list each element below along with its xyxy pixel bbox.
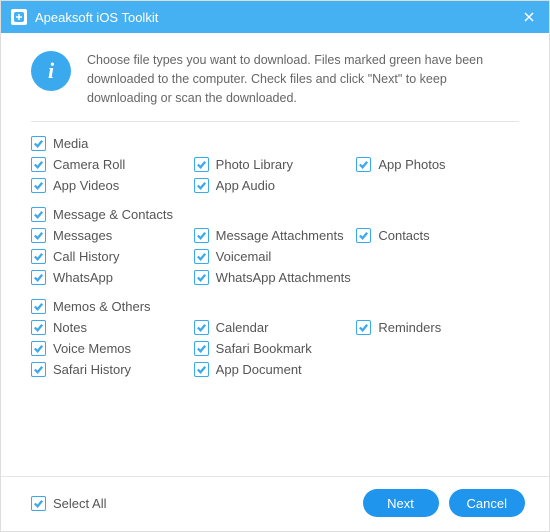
checkmark-icon <box>356 228 371 243</box>
intro-block: i Choose file types you want to download… <box>31 51 519 122</box>
checkbox-whatsapp[interactable]: WhatsApp <box>31 270 194 285</box>
checkmark-icon <box>356 157 371 172</box>
window-title: Apeaksoft iOS Toolkit <box>35 10 519 25</box>
checkbox-app-audio[interactable]: App Audio <box>194 178 357 193</box>
checkbox-call-history[interactable]: Call History <box>31 249 194 264</box>
checkmark-icon <box>194 249 209 264</box>
label: Voice Memos <box>53 341 131 356</box>
titlebar: Apeaksoft iOS Toolkit <box>1 1 549 33</box>
info-icon: i <box>31 51 71 91</box>
label: Message & Contacts <box>53 207 173 222</box>
close-icon[interactable] <box>519 7 539 27</box>
label: Message Attachments <box>216 228 344 243</box>
checkbox-app-photos[interactable]: App Photos <box>356 157 519 172</box>
app-window: Apeaksoft iOS Toolkit i Choose file type… <box>0 0 550 532</box>
checkbox-contacts[interactable]: Contacts <box>356 228 519 243</box>
checkmark-icon <box>31 496 46 511</box>
checkbox-select-all[interactable]: Select All <box>31 496 106 511</box>
checkbox-notes[interactable]: Notes <box>31 320 194 335</box>
label: Reminders <box>378 320 441 335</box>
checkbox-messages[interactable]: Messages <box>31 228 194 243</box>
label: Messages <box>53 228 112 243</box>
label: Safari History <box>53 362 131 377</box>
checkmark-icon <box>31 228 46 243</box>
checkmark-icon <box>31 207 46 222</box>
checkbox-reminders[interactable]: Reminders <box>356 320 519 335</box>
checkmark-icon <box>31 320 46 335</box>
section-media: Media Camera Roll Photo Library App Phot… <box>31 136 519 193</box>
label: Calendar <box>216 320 269 335</box>
app-logo-icon <box>11 9 27 25</box>
checkbox-safari-bookmark[interactable]: Safari Bookmark <box>194 341 357 356</box>
label: Camera Roll <box>53 157 125 172</box>
checkbox-voicemail[interactable]: Voicemail <box>194 249 357 264</box>
checkbox-app-videos[interactable]: App Videos <box>31 178 194 193</box>
checkmark-icon <box>31 270 46 285</box>
checkmark-icon <box>194 341 209 356</box>
checkmark-icon <box>356 320 371 335</box>
checkbox-photo-library[interactable]: Photo Library <box>194 157 357 172</box>
label: App Document <box>216 362 302 377</box>
label: WhatsApp <box>53 270 113 285</box>
section-memos: Memos & Others Notes Calendar Reminders … <box>31 299 519 377</box>
checkbox-whatsapp-attachments[interactable]: WhatsApp Attachments <box>194 270 357 285</box>
checkmark-icon <box>194 362 209 377</box>
checkbox-voice-memos[interactable]: Voice Memos <box>31 341 194 356</box>
next-button[interactable]: Next <box>363 489 439 517</box>
label: Call History <box>53 249 119 264</box>
checkbox-safari-history[interactable]: Safari History <box>31 362 194 377</box>
intro-text: Choose file types you want to download. … <box>87 51 519 107</box>
checkmark-icon <box>194 178 209 193</box>
label: WhatsApp Attachments <box>216 270 351 285</box>
label: Voicemail <box>216 249 272 264</box>
label: Contacts <box>378 228 429 243</box>
checkbox-message-attachments[interactable]: Message Attachments <box>194 228 357 243</box>
label: Safari Bookmark <box>216 341 312 356</box>
checkmark-icon <box>194 270 209 285</box>
label: Select All <box>53 496 106 511</box>
footer: Select All Next Cancel <box>1 476 549 531</box>
checkbox-app-document[interactable]: App Document <box>194 362 357 377</box>
label: App Audio <box>216 178 275 193</box>
label: App Photos <box>378 157 445 172</box>
section-contacts: Message & Contacts Messages Message Atta… <box>31 207 519 285</box>
checkmark-icon <box>31 249 46 264</box>
checkmark-icon <box>31 299 46 314</box>
checkmark-icon <box>31 341 46 356</box>
checkmark-icon <box>31 136 46 151</box>
checkmark-icon <box>194 157 209 172</box>
checkmark-icon <box>31 178 46 193</box>
checkmark-icon <box>31 362 46 377</box>
checkmark-icon <box>194 228 209 243</box>
label: Media <box>53 136 88 151</box>
label: Photo Library <box>216 157 293 172</box>
label: Notes <box>53 320 87 335</box>
label: Memos & Others <box>53 299 151 314</box>
checkbox-camera-roll[interactable]: Camera Roll <box>31 157 194 172</box>
info-glyph: i <box>48 58 54 84</box>
checkbox-memos-header[interactable]: Memos & Others <box>31 299 519 314</box>
checkmark-icon <box>31 157 46 172</box>
checkbox-media-header[interactable]: Media <box>31 136 519 151</box>
checkmark-icon <box>194 320 209 335</box>
checkbox-calendar[interactable]: Calendar <box>194 320 357 335</box>
checkbox-contacts-header[interactable]: Message & Contacts <box>31 207 519 222</box>
content-area: i Choose file types you want to download… <box>1 33 549 476</box>
label: App Videos <box>53 178 119 193</box>
cancel-button[interactable]: Cancel <box>449 489 525 517</box>
